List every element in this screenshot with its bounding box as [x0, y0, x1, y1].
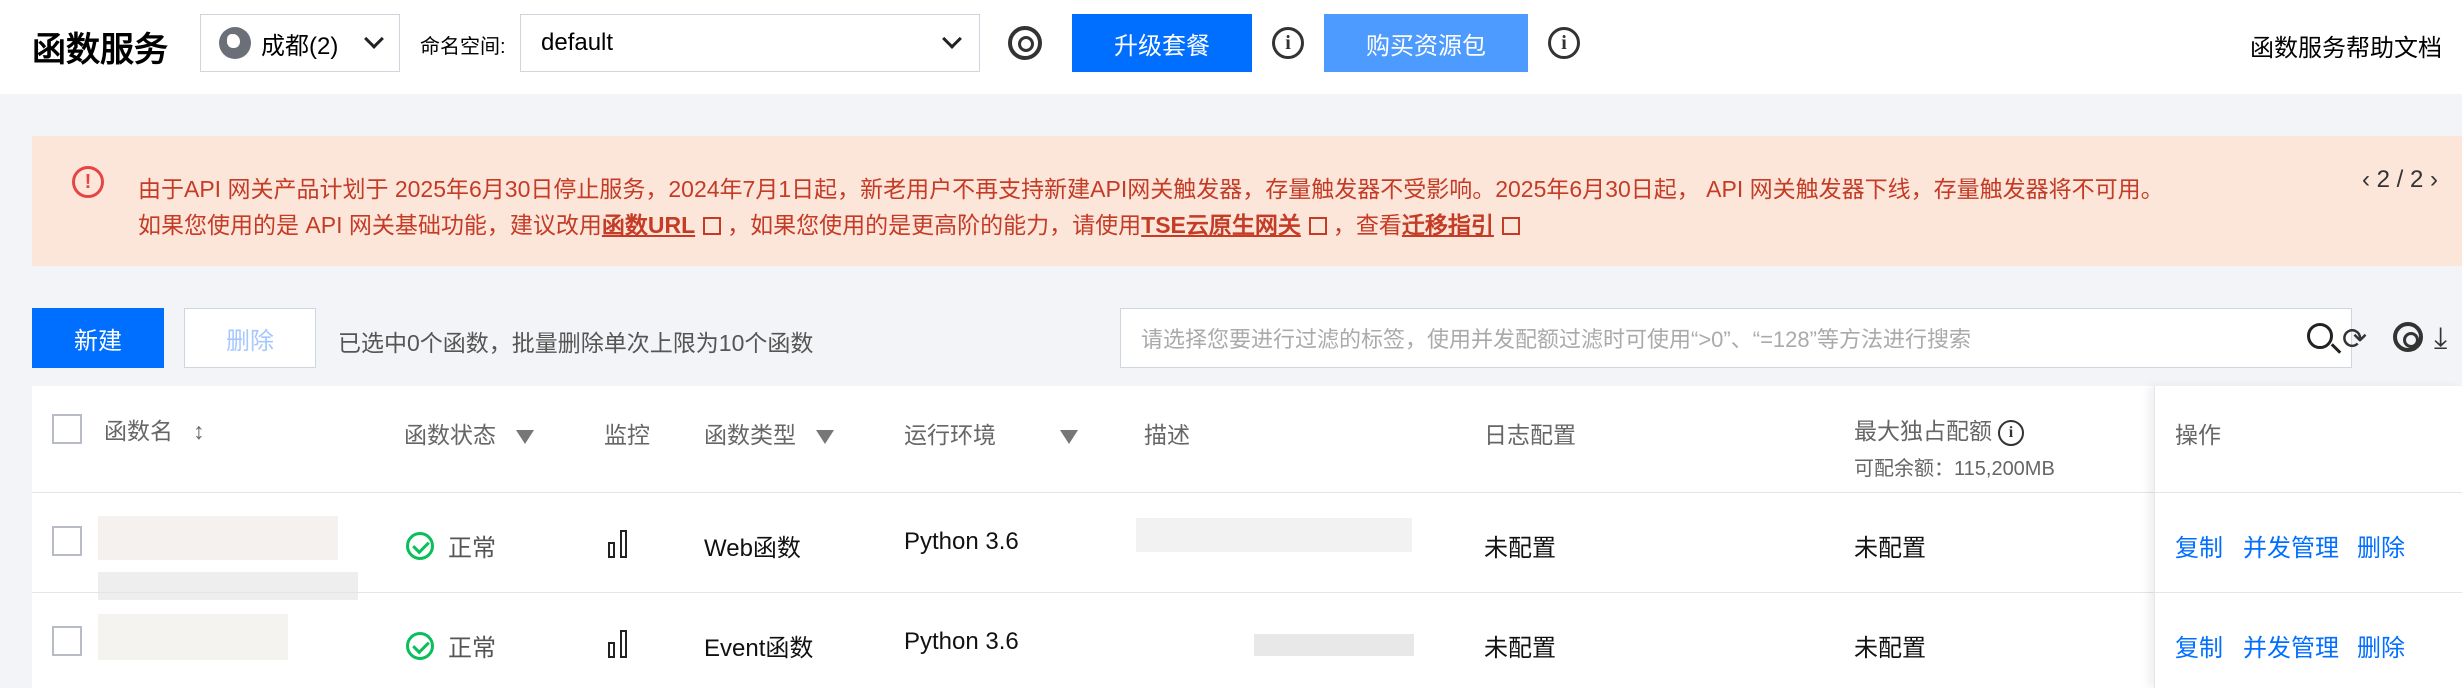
migration-guide-link[interactable]: 迁移指引 [1402, 212, 1494, 238]
notice-pager[interactable]: ‹ 2 / 2 › [2362, 166, 2438, 194]
notice-text: ，如果您使用的是更高阶的能力，请使用 [727, 212, 1142, 238]
filter-icon[interactable] [816, 429, 834, 444]
search-placeholder: 请选择您要进行过滤的标签，使用并发配额过滤时可使用“>0”、“=128”等方法进… [1141, 327, 1971, 352]
function-table: 函数名 ↕ 函数状态 监控 函数类型 运行环境 描述 日志配置 最大独占配额 i 可… [32, 386, 2462, 688]
log-cell: 未配置 [1484, 635, 1556, 662]
function-name[interactable] [98, 614, 288, 660]
col-header-ops: 操作 [2175, 422, 2221, 448]
runtime-cell: Python 3.6 [904, 628, 1019, 655]
col-header-name[interactable]: 函数名 ↕ [104, 412, 205, 446]
quota-balance: 可配余额：115,200MB [1854, 458, 2055, 480]
delete-button[interactable]: 删除 [184, 308, 316, 368]
globe-icon [219, 27, 251, 59]
col-header-status: 函数状态 [404, 416, 534, 450]
function-id [98, 572, 358, 600]
quota-cell: 未配置 [1854, 535, 1926, 562]
col-header-label: 函数名 [104, 418, 173, 444]
filter-icon[interactable] [516, 429, 534, 444]
function-name[interactable] [98, 516, 338, 560]
col-header-monitor: 监控 [604, 422, 650, 448]
col-header-label: 函数状态 [404, 422, 496, 448]
notice-text: 如果您使用的是 API 网关基础功能，建议改用 [138, 212, 602, 238]
notice-line-2: 如果您使用的是 API 网关基础功能，建议改用函数URL ，如果您使用的是更高阶的… [138, 206, 1526, 240]
info-icon[interactable]: i [1998, 419, 2024, 446]
new-function-button[interactable]: 新建 [32, 308, 164, 368]
sort-icon[interactable]: ↕ [193, 418, 205, 444]
gear-icon[interactable] [2393, 322, 2423, 352]
notice-banner: ! 由于API 网关产品计划于 2025年6月30日停止服务，2024年7月1日… [32, 136, 2462, 266]
description-cell [1254, 634, 1414, 656]
help-docs-link[interactable]: 函数服务帮助文档 [2250, 28, 2442, 63]
type-cell: Event函数 [704, 635, 814, 662]
delete-link[interactable]: 删除 [2357, 528, 2405, 563]
search-icon[interactable] [2307, 323, 2333, 349]
external-link-icon [1308, 217, 1327, 235]
check-circle-icon [406, 631, 434, 660]
description-cell [1136, 518, 1412, 552]
buy-package-button[interactable]: 购买资源包 [1324, 14, 1528, 72]
status-cell: 正常 [406, 528, 496, 563]
col-header-type: 函数类型 [704, 416, 834, 450]
region-select[interactable]: 成都(2) [200, 14, 400, 72]
filter-icon[interactable] [1060, 429, 1078, 444]
quota-cell: 未配置 [1854, 635, 1926, 662]
col-header-runtime: 运行环境 [904, 416, 1078, 450]
notice-text: ，查看 [1332, 212, 1402, 238]
warning-icon: ! [72, 166, 104, 198]
region-value: 成都(2) [261, 32, 339, 60]
search-input[interactable]: 请选择您要进行过滤的标签，使用并发配额过滤时可使用“>0”、“=128”等方法进… [1120, 308, 2352, 368]
notice-line-1: 由于API 网关产品计划于 2025年6月30日停止服务，2024年7月1日起，… [138, 176, 2164, 202]
namespace-value: default [541, 29, 614, 56]
gear-icon[interactable] [1008, 26, 1042, 60]
col-header-log: 日志配置 [1484, 422, 1576, 448]
concurrency-link[interactable]: 并发管理 [2243, 528, 2339, 563]
top-bar: 函数服务 成都(2) 命名空间: default 升级套餐 i 购买资源包 i … [0, 0, 2462, 94]
toolbar: 新建 删除 已选中0个函数，批量删除单次上限为10个函数 请选择您要进行过滤的标… [32, 308, 2462, 368]
col-header-quota: 最大独占配额 i [1854, 412, 2024, 446]
status-text: 正常 [448, 535, 496, 562]
info-icon[interactable]: i [1272, 27, 1304, 59]
col-header-label: 最大独占配额 [1854, 418, 1992, 444]
col-header-desc: 描述 [1144, 422, 1190, 448]
chevron-down-icon [364, 29, 384, 49]
concurrency-link[interactable]: 并发管理 [2243, 628, 2339, 663]
divider [32, 492, 2462, 493]
external-link-icon [1501, 217, 1520, 235]
selection-info: 已选中0个函数，批量删除单次上限为10个函数 [338, 330, 814, 356]
delete-link[interactable]: 删除 [2357, 628, 2405, 663]
type-cell: Web函数 [704, 535, 801, 562]
namespace-select[interactable]: default [520, 14, 980, 72]
function-url-link[interactable]: 函数URL [602, 212, 695, 238]
copy-link[interactable]: 复制 [2175, 528, 2223, 563]
select-all-checkbox[interactable] [52, 414, 82, 444]
bar-chart-icon[interactable] [608, 530, 632, 558]
col-header-label: 函数类型 [704, 422, 796, 448]
status-text: 正常 [448, 635, 496, 662]
bar-chart-icon[interactable] [608, 630, 632, 658]
refresh-icon[interactable]: ⟳ [2342, 322, 2367, 357]
check-circle-icon [406, 531, 434, 560]
chevron-down-icon [942, 29, 962, 49]
col-header-label: 运行环境 [904, 422, 996, 448]
download-icon[interactable]: ⤓ [2434, 322, 2447, 356]
info-icon[interactable]: i [1548, 27, 1580, 59]
row-checkbox[interactable] [52, 626, 82, 656]
runtime-cell: Python 3.6 [904, 528, 1019, 555]
upgrade-plan-button[interactable]: 升级套餐 [1072, 14, 1252, 72]
tse-gateway-link[interactable]: TSE云原生网关 [1141, 212, 1301, 238]
namespace-label: 命名空间: [420, 36, 506, 58]
divider [32, 592, 2462, 593]
log-cell: 未配置 [1484, 535, 1556, 562]
status-cell: 正常 [406, 628, 496, 663]
row-checkbox[interactable] [52, 526, 82, 556]
operations-column: 操作 复制 并发管理 删除 复制 并发管理 删除 [2154, 386, 2462, 688]
external-link-icon [703, 217, 722, 235]
copy-link[interactable]: 复制 [2175, 628, 2223, 663]
page-title: 函数服务 [32, 31, 168, 69]
